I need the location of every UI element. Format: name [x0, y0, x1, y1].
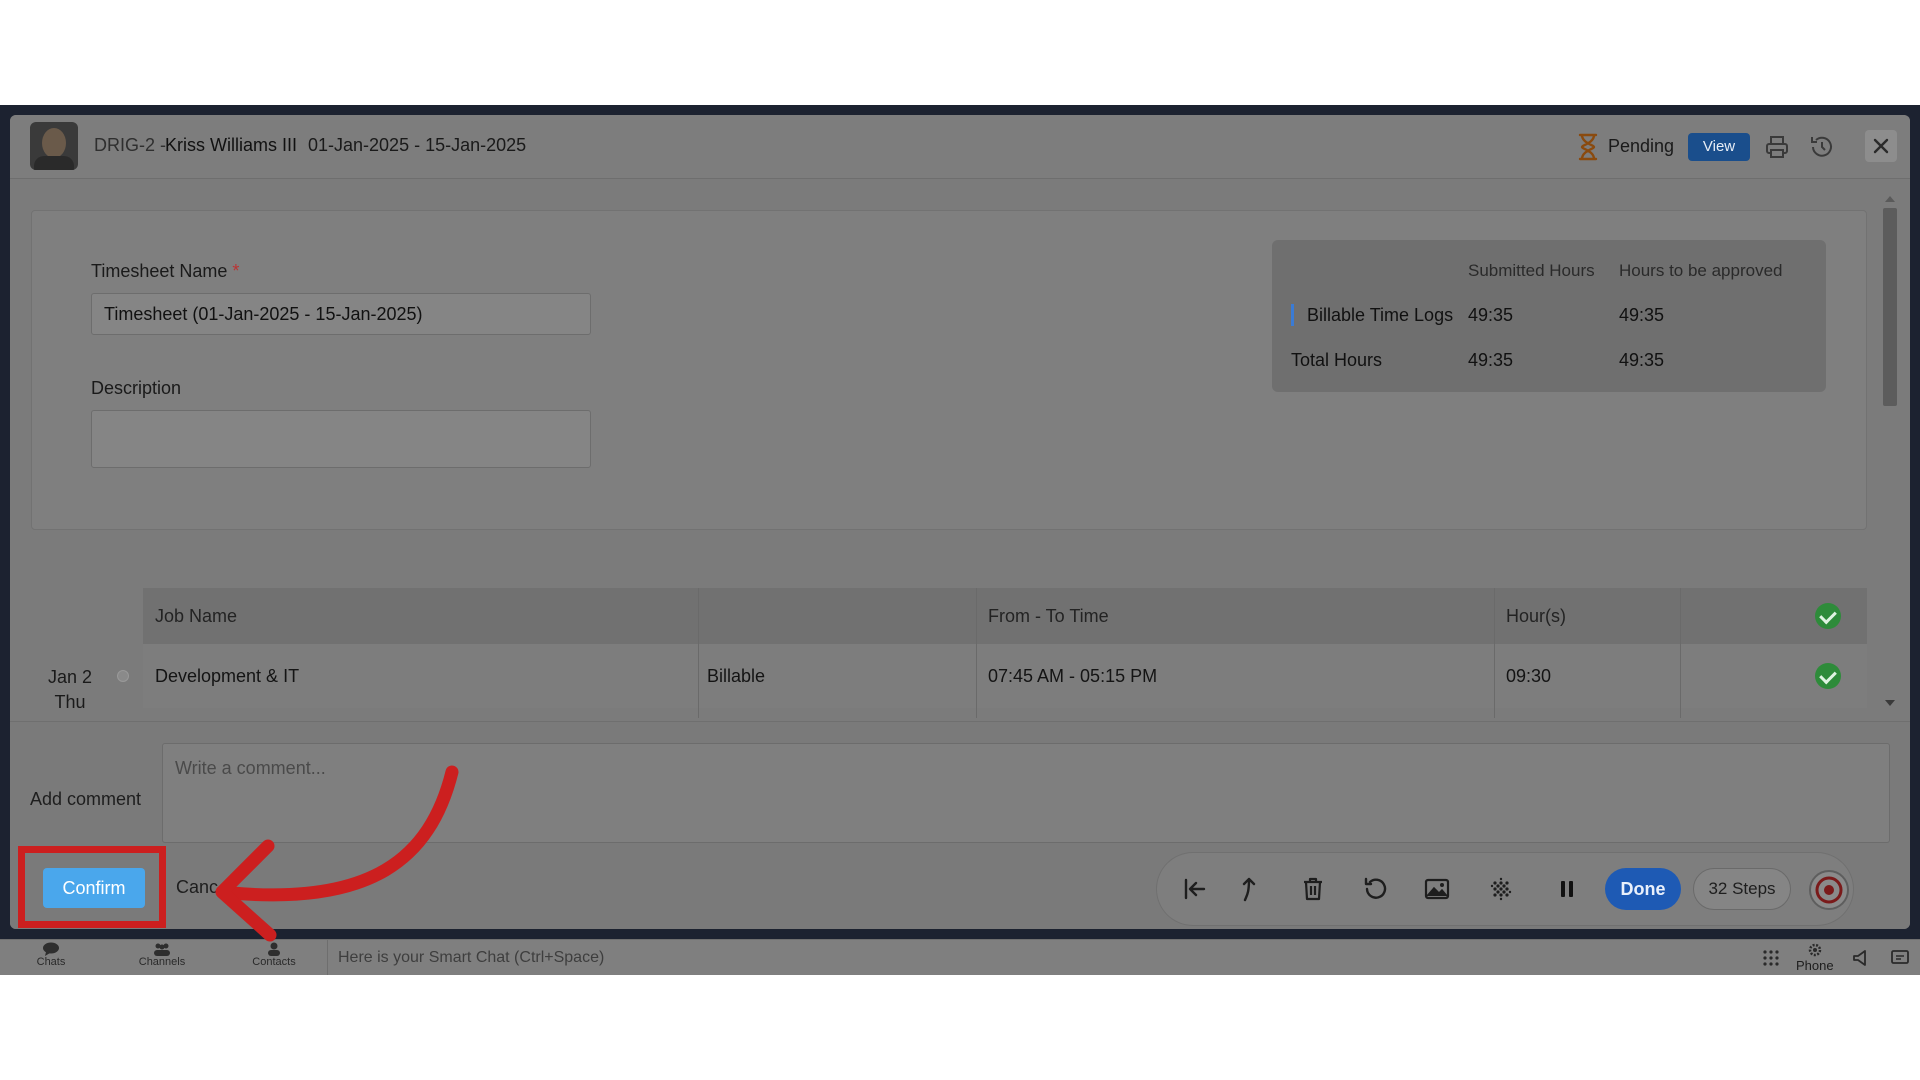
- comment-input[interactable]: Write a comment...: [162, 743, 1890, 843]
- history-icon[interactable]: [1808, 133, 1836, 161]
- apps-grid-icon[interactable]: [1761, 948, 1781, 968]
- column-divider: [698, 588, 699, 718]
- hours-to-approve-header: Hours to be approved: [1619, 261, 1783, 280]
- timesheet-date-range: 01-Jan-2025 - 15-Jan-2025: [308, 135, 527, 155]
- channels-icon: [154, 943, 170, 956]
- row-date-label: Jan 2: [47, 667, 93, 687]
- hours-summary-panel: Submitted Hours Hours to be approved Bil…: [1272, 240, 1826, 392]
- hours-cell: 09:30: [1506, 666, 1552, 686]
- cancel-button[interactable]: Canc: [176, 877, 218, 898]
- gear-icon[interactable]: [1807, 942, 1823, 958]
- summary-approve-value: 49:35: [1619, 350, 1665, 370]
- annotation-highlight-box: [18, 846, 166, 928]
- status-label: Pending: [1608, 136, 1675, 156]
- close-button[interactable]: [1865, 130, 1897, 162]
- timesheet-name-input[interactable]: Timesheet (01-Jan-2025 - 15-Jan-2025): [91, 293, 591, 335]
- employee-name[interactable]: Kriss Williams III: [165, 135, 297, 156]
- timesheet-modal: DRIG-2 - Kriss Williams III 01-Jan-2025 …: [10, 115, 1910, 929]
- pause-icon[interactable]: [1553, 875, 1581, 903]
- contacts-tab[interactable]: Contacts: [244, 942, 304, 968]
- scroll-down-icon[interactable]: [1885, 700, 1895, 706]
- select-all-check-icon[interactable]: [1815, 603, 1841, 629]
- announcement-icon[interactable]: [1851, 948, 1871, 968]
- undo-icon[interactable]: [1361, 875, 1389, 903]
- row-status-dot: [117, 670, 129, 682]
- trash-icon[interactable]: [1299, 875, 1327, 903]
- top-margin: [0, 0, 1920, 105]
- summary-row-label: Billable Time Logs: [1307, 305, 1454, 325]
- description-input[interactable]: [91, 410, 591, 468]
- timesheet-code: DRIG-2 -: [94, 135, 166, 155]
- summary-row-label: Total Hours: [1291, 350, 1383, 370]
- recorder-toolbar: Done 32 Steps: [1157, 853, 1853, 925]
- column-divider: [1494, 588, 1495, 718]
- recorder-logo-icon[interactable]: [1809, 870, 1849, 910]
- add-comment-label: Add comment: [30, 789, 142, 809]
- arrow-up-icon[interactable]: [1235, 875, 1263, 903]
- messages-icon[interactable]: [1890, 948, 1910, 968]
- timesheet-name-label: Timesheet Name *: [91, 261, 240, 281]
- row-check-icon[interactable]: [1815, 663, 1841, 689]
- print-icon[interactable]: [1763, 133, 1791, 161]
- scrollbar-thumb[interactable]: [1883, 208, 1897, 406]
- row-date: Jan 2 Thu: [28, 665, 112, 715]
- skip-back-icon[interactable]: [1181, 875, 1209, 903]
- time-range-cell: 07:45 AM - 05:15 PM: [988, 666, 1158, 686]
- content-scrollbar[interactable]: [1880, 190, 1898, 710]
- required-marker: *: [232, 261, 240, 281]
- summary-submitted-value: 49:35: [1468, 305, 1514, 325]
- channels-tab[interactable]: Channels: [132, 942, 192, 968]
- summary-approve-value: 49:35: [1619, 305, 1665, 325]
- column-hours: Hour(s): [1506, 606, 1567, 626]
- bottom-margin: [0, 975, 1920, 1080]
- table-row[interactable]: Development & IT Billable 07:45 AM - 05:…: [143, 644, 1867, 708]
- column-divider: [1680, 588, 1681, 718]
- recorder-brand-icon: [1815, 876, 1843, 904]
- view-button[interactable]: View: [1688, 133, 1750, 161]
- contacts-label: Contacts: [252, 956, 296, 968]
- blur-icon[interactable]: [1487, 875, 1515, 903]
- scroll-up-icon[interactable]: [1885, 196, 1895, 202]
- row-day-label: Thu: [54, 692, 86, 712]
- submitted-hours-header: Submitted Hours: [1468, 261, 1595, 280]
- billable-indicator: [1291, 304, 1294, 326]
- done-button[interactable]: Done: [1605, 868, 1681, 910]
- channels-label: Channels: [138, 956, 186, 968]
- column-time-range: From - To Time: [988, 606, 1109, 626]
- smart-chat-input[interactable]: Here is your Smart Chat (Ctrl+Space): [327, 940, 604, 976]
- description-label: Description: [91, 378, 182, 398]
- chat-icon: [43, 942, 59, 956]
- employee-avatar: [30, 122, 78, 170]
- phone-label[interactable]: Phone: [1796, 958, 1834, 973]
- billing-type-cell: Billable: [707, 666, 766, 686]
- bottom-app-bar: Chats Channels Contacts Here is your Sma…: [0, 939, 1920, 976]
- hourglass-icon: [1578, 133, 1598, 161]
- column-job-name: Job Name: [155, 606, 238, 626]
- image-icon[interactable]: [1423, 875, 1451, 903]
- summary-submitted-value: 49:35: [1468, 350, 1514, 370]
- chats-label: Chats: [36, 956, 66, 968]
- close-icon: [1873, 138, 1889, 154]
- chats-tab[interactable]: Chats: [21, 942, 81, 968]
- modal-header: DRIG-2 - Kriss Williams III 01-Jan-2025 …: [10, 115, 1910, 179]
- timelog-table-header: Job Name From - To Time Hour(s): [143, 588, 1867, 644]
- job-name-cell: Development & IT: [155, 666, 300, 686]
- column-divider: [976, 588, 977, 718]
- steps-counter[interactable]: 32 Steps: [1693, 868, 1791, 910]
- contacts-icon: [268, 942, 280, 956]
